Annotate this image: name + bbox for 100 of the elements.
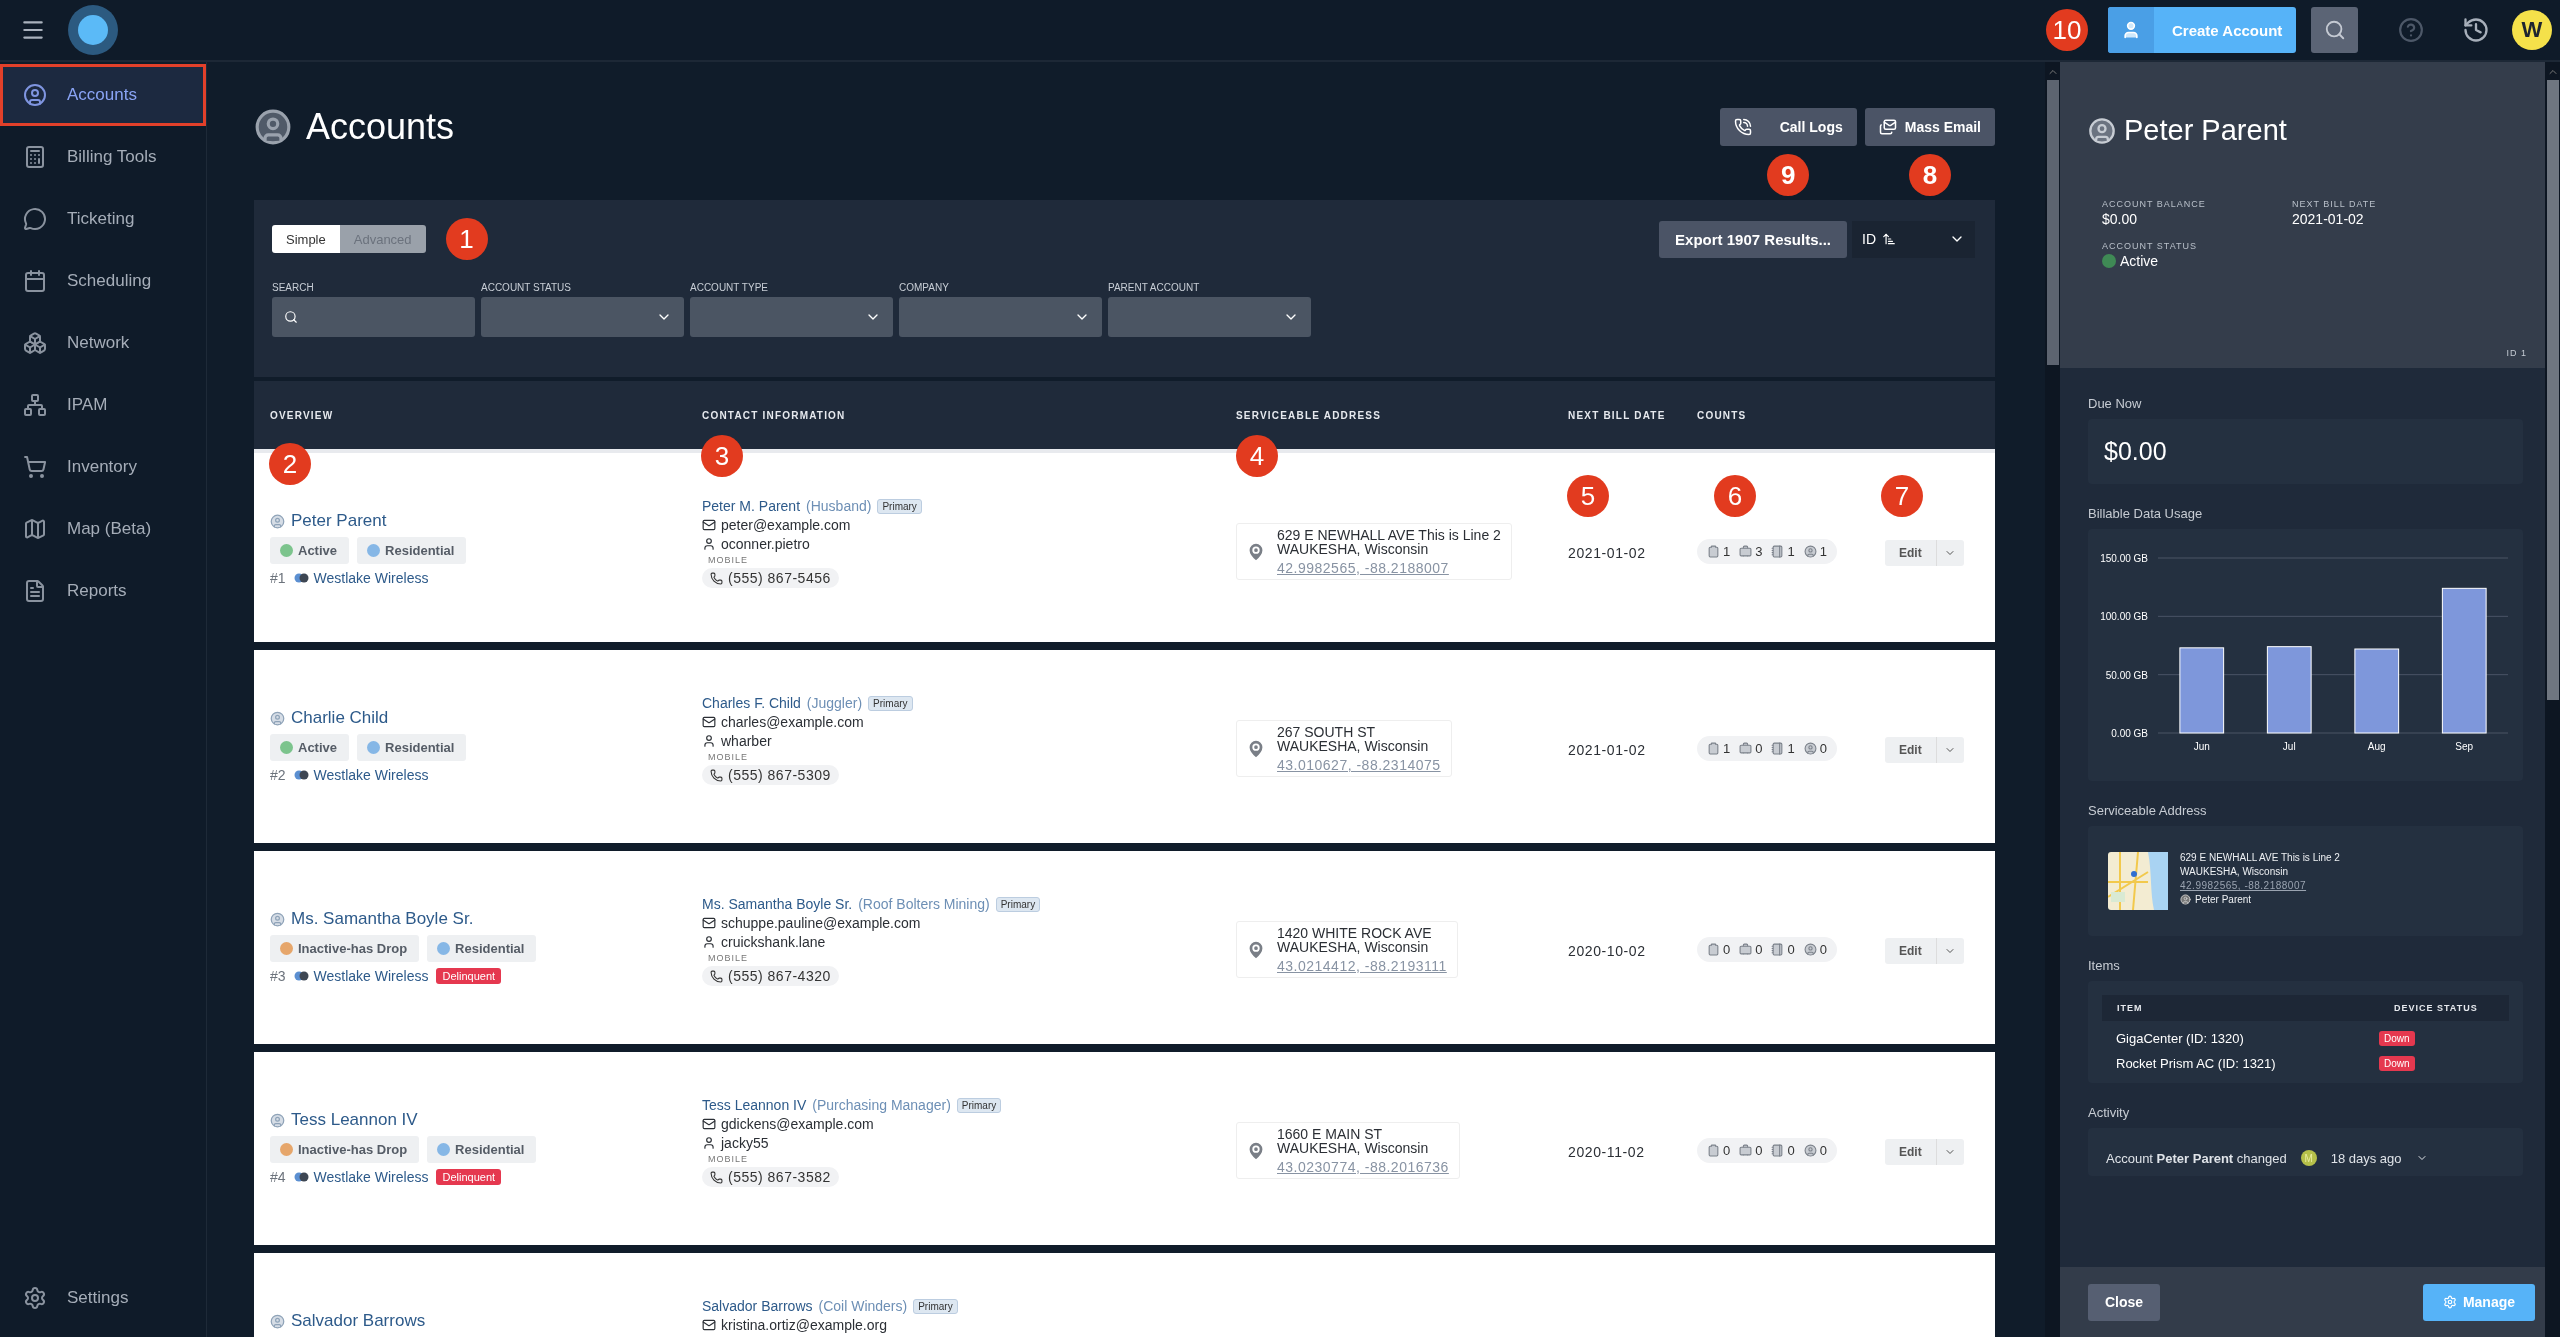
callout-number: 6 [1714, 475, 1756, 517]
count-item: 0 [1739, 1143, 1763, 1158]
sidebar-item[interactable]: Scheduling [0, 250, 206, 312]
primary-badge: Primary [868, 695, 913, 711]
status-badge: Down [2379, 1031, 2415, 1046]
status-tag: Inactive-has Drop [270, 1136, 420, 1163]
toggle-icon [293, 1172, 310, 1182]
dropdown-button[interactable] [1935, 1139, 1964, 1165]
column-header: OVERVIEW [270, 409, 335, 421]
count-item: 0 [1707, 1143, 1731, 1158]
address-line: 267 SOUTH ST [1277, 725, 1377, 739]
sidebar-item[interactable]: IPAM [0, 374, 206, 436]
bill-date: 2020-10-02 [1568, 943, 1646, 959]
column-header: DEVICE STATUS [2379, 995, 2509, 1021]
account-name-link[interactable]: Charlie Child [270, 708, 389, 728]
coordinates-link[interactable]: 42.9982565, -88.2188007 [2180, 880, 2340, 891]
phone-icon [710, 969, 723, 983]
logo[interactable] [68, 5, 118, 55]
axis-label: 50.00 GB [2105, 669, 2148, 681]
sidebar-item[interactable]: Network [0, 312, 206, 374]
edit-button[interactable]: Edit [1885, 737, 1936, 763]
email-text: peter@example.com [702, 517, 851, 533]
sidebar-item[interactable]: Accounts [0, 64, 206, 126]
bill-date: 2021-01-02 [1568, 545, 1646, 561]
field-label: COMPANY [899, 282, 950, 293]
username-text: jacky55 [702, 1135, 769, 1151]
column-header: ITEM [2102, 995, 2379, 1021]
select-field[interactable] [899, 297, 1102, 337]
count-item: 0 [1771, 942, 1795, 957]
mode-tab[interactable]: Simple [272, 225, 340, 253]
company-link[interactable]: Westlake Wireless [293, 968, 429, 984]
sidebar-item[interactable]: Settings [0, 1267, 206, 1329]
user-avatar[interactable]: W [2512, 10, 2552, 50]
sidebar-item[interactable]: Billing Tools [0, 126, 206, 188]
status-badge: Down [2379, 1056, 2415, 1071]
column-header: NEXT BILL DATE [1568, 409, 1667, 421]
count-item: 0 [1739, 741, 1763, 756]
edit-button[interactable]: Edit [1885, 938, 1936, 964]
company-link[interactable]: Westlake Wireless [293, 1169, 429, 1185]
sidebar-item[interactable]: Ticketing [0, 188, 206, 250]
company-link[interactable]: Westlake Wireless [293, 767, 429, 783]
status-tag: Active [270, 734, 350, 761]
export-button[interactable]: Export 1907 Results... [1659, 220, 1847, 258]
contact-name-link[interactable]: Ms. Samantha Boyle Sr. [702, 896, 853, 912]
select-field[interactable] [690, 297, 893, 337]
sidebar-item[interactable]: Inventory [0, 436, 206, 498]
dropdown-button[interactable] [1935, 540, 1964, 566]
address-line: WAUKESHA, Wisconsin [2180, 866, 2289, 877]
account-name-link[interactable]: Ms. Samantha Boyle Sr. [270, 909, 474, 929]
edit-button[interactable]: Edit [1885, 540, 1936, 566]
field-label: PARENT ACCOUNT [1108, 282, 1201, 293]
select-field[interactable] [1108, 297, 1311, 337]
axis-label: 0.00 GB [2111, 728, 2148, 739]
sort-select[interactable]: ID [1852, 220, 1975, 258]
delinquent-badge: Delinquent [436, 968, 502, 984]
count-item: 1 [1771, 544, 1795, 559]
edit-button[interactable]: Edit [1885, 1139, 1936, 1165]
close-button[interactable]: Close [2088, 1283, 2161, 1321]
abacus-icon [23, 145, 47, 169]
username-text: oconner.pietro [702, 536, 810, 552]
history-icon[interactable] [2462, 16, 2490, 44]
primary-badge: Primary [995, 896, 1041, 912]
user-icon [702, 1136, 716, 1150]
contact-name-link[interactable]: Tess Leannon IV [702, 1097, 807, 1113]
search-button[interactable] [2311, 7, 2358, 53]
scrollbar-thumb[interactable] [2046, 80, 2059, 365]
account-id: ID 1 [2506, 348, 2527, 358]
select-field[interactable] [481, 297, 684, 337]
type-tag: Residential [357, 734, 467, 761]
callout-number: 9 [1767, 154, 1810, 196]
user-icon [702, 734, 716, 748]
stat-value: Active [2102, 253, 2292, 269]
search-field[interactable] [272, 297, 475, 337]
address-line: 629 E NEWHALL AVE This is Line 2 [2180, 852, 2340, 863]
account-number: #4 [270, 1169, 286, 1185]
email-text: schuppe.pauline@example.com [702, 915, 921, 931]
address-line: 1420 WHITE ROCK AVE [1277, 926, 1433, 940]
company-link[interactable]: Westlake Wireless [293, 570, 429, 586]
gear-icon [2442, 1295, 2457, 1309]
contact-name-link[interactable]: Salvador Barrows [702, 1298, 813, 1314]
sidebar-item[interactable]: Reports [0, 560, 206, 622]
briefcase-icon [1739, 545, 1753, 558]
dropdown-button[interactable] [1935, 938, 1964, 964]
sidebar-item[interactable]: Map (Beta) [0, 498, 206, 560]
dropdown-button[interactable] [1935, 737, 1964, 763]
phone-number: (555) 867-3582 [702, 1167, 839, 1187]
account-name-link[interactable]: Salvador Barrows [270, 1311, 426, 1331]
contact-name-link[interactable]: Charles F. Child [702, 695, 801, 711]
scrollbar-thumb[interactable] [2546, 80, 2559, 700]
type-tag: Residential [427, 935, 537, 962]
account-name-link[interactable]: Peter Parent [270, 511, 387, 531]
notebook-icon [1771, 1144, 1785, 1157]
email-text: kristina.ortiz@example.org [702, 1317, 887, 1333]
help-icon[interactable] [2398, 17, 2424, 43]
contact-name-link[interactable]: Peter M. Parent [702, 498, 801, 514]
clipboard-icon [1707, 545, 1720, 558]
briefcase-icon [1739, 742, 1753, 755]
user-icon [270, 513, 285, 529]
account-name-link[interactable]: Tess Leannon IV [270, 1110, 418, 1130]
network-icon [23, 393, 47, 417]
